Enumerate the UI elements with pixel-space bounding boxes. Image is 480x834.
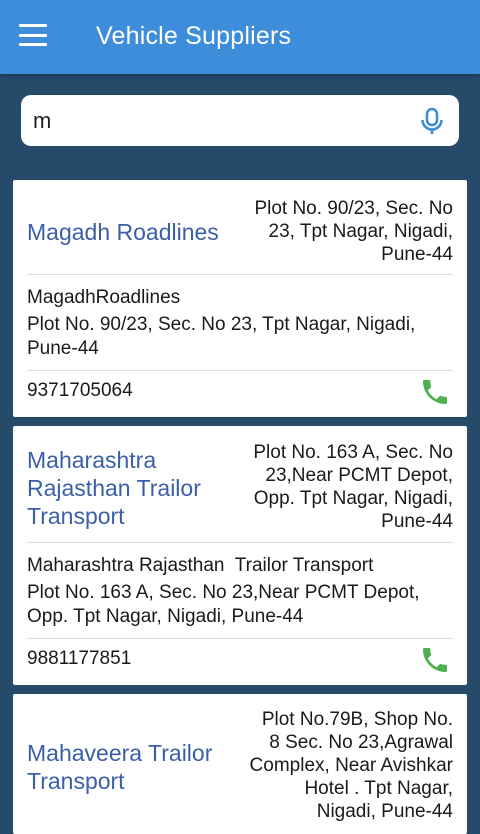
phone-call-icon[interactable] bbox=[419, 644, 451, 676]
contact-name: MagadhRoadlines bbox=[27, 287, 181, 308]
search-input[interactable] bbox=[33, 107, 393, 134]
phone-call-icon[interactable] bbox=[419, 376, 451, 408]
page-title: Vehicle Suppliers bbox=[96, 21, 292, 50]
detail-address-line: Plot No. 90/23, Sec. No 23, Tpt Nagar, N… bbox=[27, 314, 416, 335]
detail-address-line: Plot No. 163 A, Sec. No 23,Near PCMT Dep… bbox=[27, 582, 420, 603]
supplier-address: Plot No. 163 A, Sec. No 23,Near PCMT Dep… bbox=[253, 442, 453, 532]
supplier-details: MagadhRoadlines Plot No. 90/23, Sec. No … bbox=[27, 286, 453, 361]
divider bbox=[27, 370, 453, 371]
microphone-icon[interactable] bbox=[419, 107, 445, 135]
supplier-card-1[interactable]: Magadh Roadlines Plot No. 90/23, Sec. No… bbox=[13, 180, 467, 417]
divider bbox=[27, 542, 453, 543]
supplier-name: Mahaveera Trailor Transport bbox=[27, 740, 213, 794]
phone-number: 9371705064 bbox=[27, 380, 133, 401]
contact-name: Maharashtra Rajasthan Trailor Transport bbox=[27, 555, 374, 576]
supplier-card-3[interactable]: Mahaveera Trailor Transport Plot No.79B,… bbox=[13, 694, 467, 834]
divider bbox=[27, 274, 453, 275]
supplier-address: Plot No.79B, Shop No. 8 Sec. No 23,Agraw… bbox=[249, 709, 453, 822]
app-bar: Vehicle Suppliers bbox=[0, 0, 480, 74]
hamburger-menu-icon[interactable] bbox=[19, 24, 47, 46]
detail-address-line: Opp. Tpt Nagar, Nigadi, Pune-44 bbox=[27, 606, 304, 627]
supplier-card-2[interactable]: Maharashtra Rajasthan Trailor Transport … bbox=[13, 426, 467, 685]
search-box bbox=[21, 95, 459, 146]
phone-number: 9881177851 bbox=[27, 648, 132, 669]
supplier-details: Maharashtra Rajasthan Trailor Transport … bbox=[27, 554, 453, 629]
supplier-address: Plot No. 90/23, Sec. No 23, Tpt Nagar, N… bbox=[254, 198, 453, 265]
supplier-name: Magadh Roadlines bbox=[27, 219, 219, 245]
divider bbox=[27, 638, 453, 639]
supplier-name: Maharashtra Rajasthan Trailor Transport bbox=[27, 447, 201, 529]
detail-address-line: Pune-44 bbox=[27, 338, 99, 359]
